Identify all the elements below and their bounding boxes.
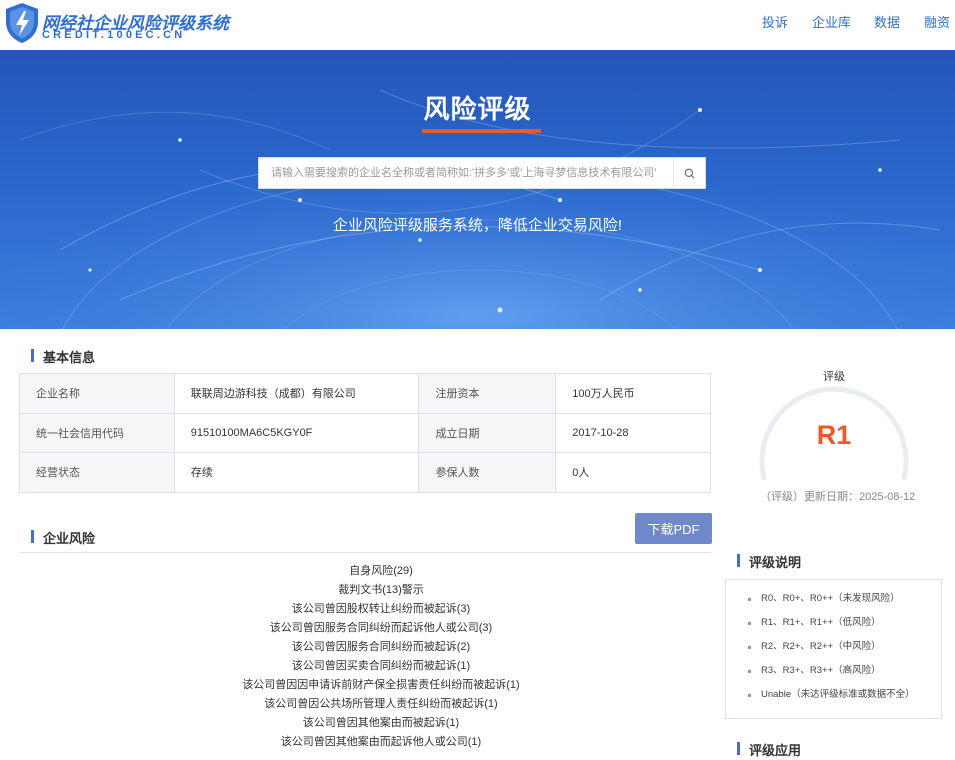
table-row: 企业名称 联联周边游科技（成都）有限公司 注册资本 100万人民币: [19, 373, 711, 414]
list-item: R2、R2+、R2++（中风险）: [748, 635, 941, 659]
rating-explain-box: R0、R0+、R0++（未发现风险） R1、R1+、R1++（低风险） R2、R…: [725, 579, 942, 719]
page-title: 风险评级: [423, 94, 532, 124]
list-item[interactable]: 自身风险(29): [19, 562, 743, 581]
divider: [19, 552, 711, 553]
list-item: R3、R3+、R3++（高风险）: [748, 659, 941, 683]
business-status-label: 经营状态: [19, 452, 175, 493]
list-item[interactable]: 该公司曾因服务合同纠纷而被起诉(2): [19, 638, 743, 657]
list-item[interactable]: 该公司曾因股权转让纠纷而被起诉(3): [19, 600, 743, 619]
list-item: R0、R0+、R0++（未发现风险）: [748, 587, 941, 611]
banner-subtitle: 企业风险评级服务系统，降低企业交易风险!: [332, 217, 623, 234]
company-name-label: 企业名称: [19, 373, 175, 414]
hero-banner: 风险评级 企业风险评级服务系统，降低企业交易风险!: [0, 50, 955, 329]
section-title-rating-explain: 评级说明: [737, 552, 801, 571]
credit-code-value: 91510100MA6C5KGY0F: [173, 412, 420, 453]
insured-count-label: 参保人数: [418, 452, 557, 493]
section-title-rating-apply: 评级应用: [737, 740, 801, 759]
list-item[interactable]: 该公司曾因公共场所管理人责任纠纷而被起诉(1): [19, 695, 743, 714]
list-item[interactable]: 该公司曾因买卖合同纠纷而被起诉(1): [19, 657, 743, 676]
table-row: 统一社会信用代码 91510100MA6C5KGY0F 成立日期 2017-10…: [19, 412, 711, 453]
search-input[interactable]: [259, 158, 674, 188]
section-title-basic-info: 基本信息: [31, 347, 95, 366]
brand-domain: CREDIT.100EC.CN: [42, 29, 186, 41]
section-title-risk: 企业风险: [31, 528, 95, 547]
top-header: 网经社企业风险评级系统 CREDIT.100EC.CN 投诉 企业库 数据 融资: [0, 0, 955, 50]
founded-date-label: 成立日期: [418, 412, 557, 453]
list-item[interactable]: 该公司曾因其他案由而起诉他人或公司(1): [19, 733, 743, 752]
rating-value: R1: [816, 420, 852, 450]
rating-gauge: 评级 R1: [755, 360, 913, 490]
insured-count-value: 0人: [555, 452, 711, 493]
registered-capital-label: 注册资本: [418, 373, 557, 414]
rating-label: 评级: [823, 371, 845, 383]
founded-date-value: 2017-10-28: [555, 412, 711, 453]
list-item[interactable]: 该公司曾因其他案由而被起诉(1): [19, 714, 743, 733]
list-item: R1、R1+、R1++（低风险）: [748, 611, 941, 635]
nav-company-library[interactable]: 企业库: [812, 12, 851, 31]
nav-complaint[interactable]: 投诉: [762, 12, 788, 31]
search-button[interactable]: [673, 158, 705, 188]
nav-financing[interactable]: 融资: [924, 12, 950, 31]
table-row: 经营状态 存续 参保人数 0人: [19, 452, 711, 493]
company-name-value: 联联周边游科技（成都）有限公司: [173, 373, 420, 414]
business-status-value: 存续: [173, 452, 420, 493]
list-item[interactable]: 裁判文书(13)警示: [19, 581, 743, 600]
registered-capital-value: 100万人民币: [555, 373, 711, 414]
title-underline: [422, 129, 541, 133]
nav-data[interactable]: 数据: [874, 12, 900, 31]
rating-update-date: （评级）更新日期：2025-08-12: [760, 491, 916, 503]
search-bar: [258, 157, 706, 189]
search-icon: [684, 168, 695, 178]
risk-list: 自身风险(29) 裁判文书(13)警示 该公司曾因股权转让纠纷而被起诉(3) 该…: [19, 562, 743, 752]
credit-code-label: 统一社会信用代码: [19, 412, 175, 453]
list-item[interactable]: 该公司曾因服务合同纠纷而起诉他人或公司(3): [19, 619, 743, 638]
shield-logo-icon[interactable]: [4, 2, 40, 44]
list-item[interactable]: 该公司曾因因申请诉前财产保全损害责任纠纷而被起诉(1): [19, 676, 743, 695]
list-item: Unable（未达评级标准或数据不全）: [748, 683, 941, 707]
basic-info-table: 企业名称 联联周边游科技（成都）有限公司 注册资本 100万人民币 统一社会信用…: [19, 373, 711, 493]
download-pdf-button[interactable]: 下载PDF: [635, 513, 712, 544]
